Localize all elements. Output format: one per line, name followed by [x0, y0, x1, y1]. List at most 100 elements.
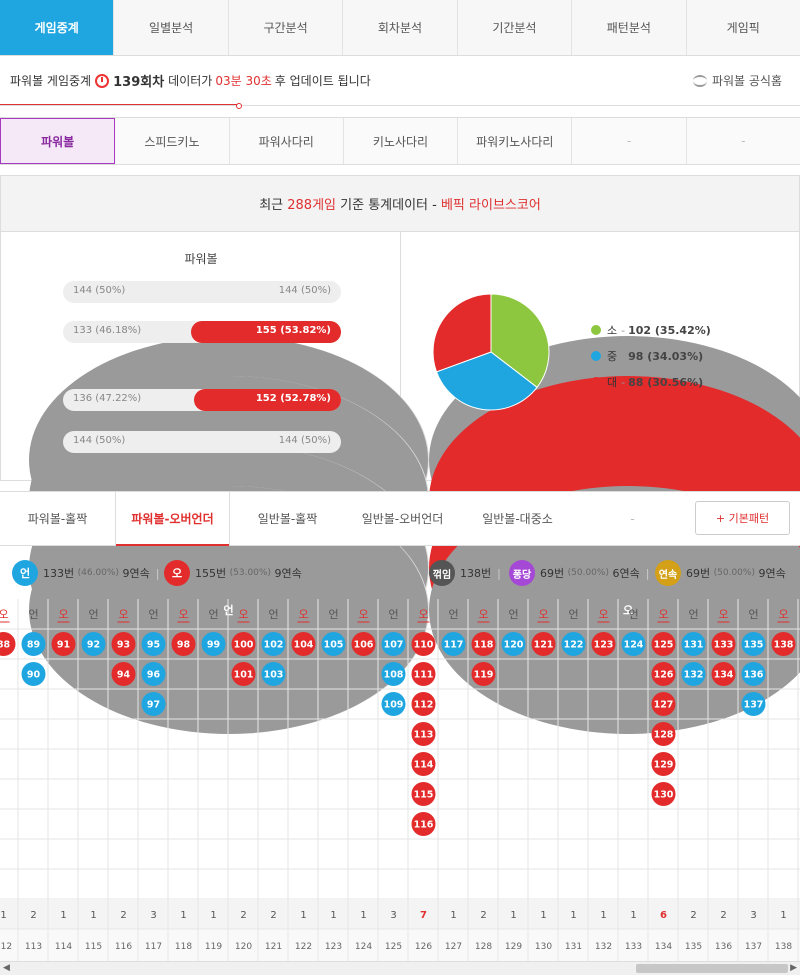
pattern-tab-0[interactable]: 파워볼-홀짝: [0, 492, 115, 545]
legend-dot: [591, 325, 601, 335]
game-tab-1[interactable]: 스피드키노: [115, 118, 230, 164]
nav-tab-4[interactable]: 기간분석: [458, 0, 573, 55]
size-stats: 소 -102 (35.42%) 중 -98 (34.03%) 대 -88 (30.56%): [401, 232, 799, 480]
streak-count: 2: [690, 910, 696, 921]
column-head: 언: [748, 608, 758, 621]
game-tab-2[interactable]: 파워사다리: [230, 118, 344, 164]
column-head: 언: [88, 608, 98, 621]
pattern-tab-5[interactable]: -: [575, 492, 690, 545]
result-ball-number: 112: [414, 700, 434, 711]
round-number: 139회차: [113, 75, 165, 90]
official-site-label: 파워볼 공식홈: [711, 74, 782, 88]
basic-pattern-button[interactable]: + 기본패턴: [695, 501, 790, 535]
grid-scrollbar[interactable]: ◀ ▶: [0, 961, 800, 975]
nav-tab-6[interactable]: 게임픽: [687, 0, 800, 55]
size-pie-chart: [432, 293, 550, 411]
pie-legend-item: 소 -102 (35.42%): [591, 322, 711, 338]
result-ball-number: 97: [147, 700, 160, 711]
cont-summary: 연속 69번 (50.00%) 9연속: [655, 560, 786, 586]
nav-tab-3[interactable]: 회차분석: [343, 0, 458, 55]
round-label: 120: [235, 942, 252, 952]
pattern-summary: 언 133번 (46.00%) 9연속 | 오 155번 (53.00%) 9연…: [0, 547, 800, 599]
pong-pct: (50.00%): [567, 568, 609, 578]
powerball-logo-icon: [692, 74, 707, 87]
column-head: 오: [778, 608, 788, 621]
result-ball-number: 111: [414, 670, 434, 681]
result-ball-number: 131: [684, 640, 704, 651]
result-ball-number: 109: [384, 700, 404, 711]
legend-label: 대: [607, 376, 618, 389]
over-summary: 오 155번 (53.00%) 9연속: [164, 560, 302, 586]
streak-count: 1: [90, 910, 96, 921]
result-ball-number: 129: [654, 760, 674, 771]
stat-bar-track: 136 (47.22%) 152 (52.78%): [63, 389, 341, 411]
official-site-link[interactable]: 파워볼 공식홈: [692, 72, 782, 89]
result-ball-number: 94: [117, 670, 131, 681]
streak-count: 1: [450, 910, 456, 921]
game-tab-0[interactable]: 파워볼: [0, 118, 116, 164]
stats-game-count: 288게임: [287, 198, 336, 213]
column-head: 오: [598, 608, 608, 621]
streak-count: 1: [330, 910, 336, 921]
result-ball-number: 105: [324, 640, 344, 651]
stat-bar-row: 언 144 (50%) 144 (50%) 오: [29, 430, 800, 734]
column-head: 언: [688, 608, 698, 621]
pattern-tab-4[interactable]: 일반볼-대중소: [460, 492, 575, 545]
nav-tab-1[interactable]: 일별분석: [114, 0, 229, 55]
scroll-left-icon[interactable]: ◀: [3, 963, 10, 973]
stats-panel: 최근 288게임 기준 통계데이터 - 베픽 라이브스코어 파워볼 일반볼 홀1…: [0, 175, 800, 734]
streak-count: 2: [240, 910, 246, 921]
nav-tab-2[interactable]: 구간분석: [229, 0, 344, 55]
pong-count: 69번: [540, 567, 565, 580]
update-suffix-text: 후 업데이트 됩니다: [274, 74, 371, 88]
nav-tab-5[interactable]: 패턴분석: [572, 0, 687, 55]
streak-count: 1: [300, 910, 306, 921]
result-ball-number: 102: [264, 640, 284, 651]
result-ball-number: 98: [177, 640, 191, 651]
scroll-right-icon[interactable]: ▶: [790, 963, 797, 973]
result-ball-number: 89: [27, 640, 40, 651]
game-tab-3[interactable]: 키노사다리: [344, 118, 459, 164]
result-ball-number: 100: [234, 640, 254, 651]
pattern-tab-3[interactable]: 일반볼-오버언더: [345, 492, 460, 545]
round-label: 121: [265, 942, 282, 952]
streak-count: 1: [540, 910, 546, 921]
stats-header-prefix: 최근: [259, 198, 284, 213]
result-ball-number: 103: [264, 670, 284, 681]
round-label: 117: [145, 942, 162, 952]
nav-tab-0[interactable]: 게임중계: [0, 0, 115, 55]
game-tab-5[interactable]: -: [572, 118, 687, 164]
pattern-tab-1[interactable]: 파워볼-오버언더: [115, 492, 230, 546]
right-value: 152 (52.78%): [255, 393, 331, 404]
scroll-thumb[interactable]: [636, 964, 788, 973]
left-value: 133 (46.18%): [73, 325, 142, 336]
result-ball-number: 90: [27, 670, 41, 681]
result-ball-number: 93: [117, 640, 130, 651]
column-head: 언: [208, 608, 218, 621]
game-tab-6[interactable]: -: [687, 118, 800, 164]
left-value: 144 (50%): [73, 435, 126, 446]
column-head: 오: [238, 608, 248, 621]
column-head: 언: [328, 608, 338, 621]
cont-pct: (50.00%): [713, 568, 755, 578]
game-tab-4[interactable]: 파워키노사다리: [458, 118, 573, 164]
stat-bar-track: 133 (46.18%) 155 (53.82%): [63, 321, 341, 343]
round-label: 129: [505, 942, 522, 952]
under-summary: 언 133번 (46.00%) 9연속 |: [12, 560, 165, 586]
right-value: 144 (50%): [278, 435, 331, 446]
under-pct: (46.00%): [77, 568, 119, 578]
streak-count: 3: [150, 910, 156, 921]
round-label: 132: [595, 942, 612, 952]
column-head: 오: [118, 608, 128, 621]
column-head: 오: [178, 608, 188, 621]
live-info-bar: 파워볼 게임중계 139회차 데이터가 03분 30초 후 업데이트 됩니다 파…: [0, 56, 800, 109]
stat-bar-row: 언 133 (46.18%) 155 (53.82%) 오: [29, 320, 800, 624]
result-ball-number: 125: [654, 640, 674, 651]
over-count: 155번: [195, 567, 227, 580]
pattern-tab-2[interactable]: 일반볼-홀짝: [230, 492, 345, 545]
result-ball-number: 115: [414, 790, 434, 801]
round-label: 134: [655, 942, 672, 952]
result-ball-number: 120: [504, 640, 524, 651]
pattern-grid: 오881112언89902113오911114언921115오93942116언…: [0, 599, 800, 961]
column-head: 오: [298, 608, 308, 621]
